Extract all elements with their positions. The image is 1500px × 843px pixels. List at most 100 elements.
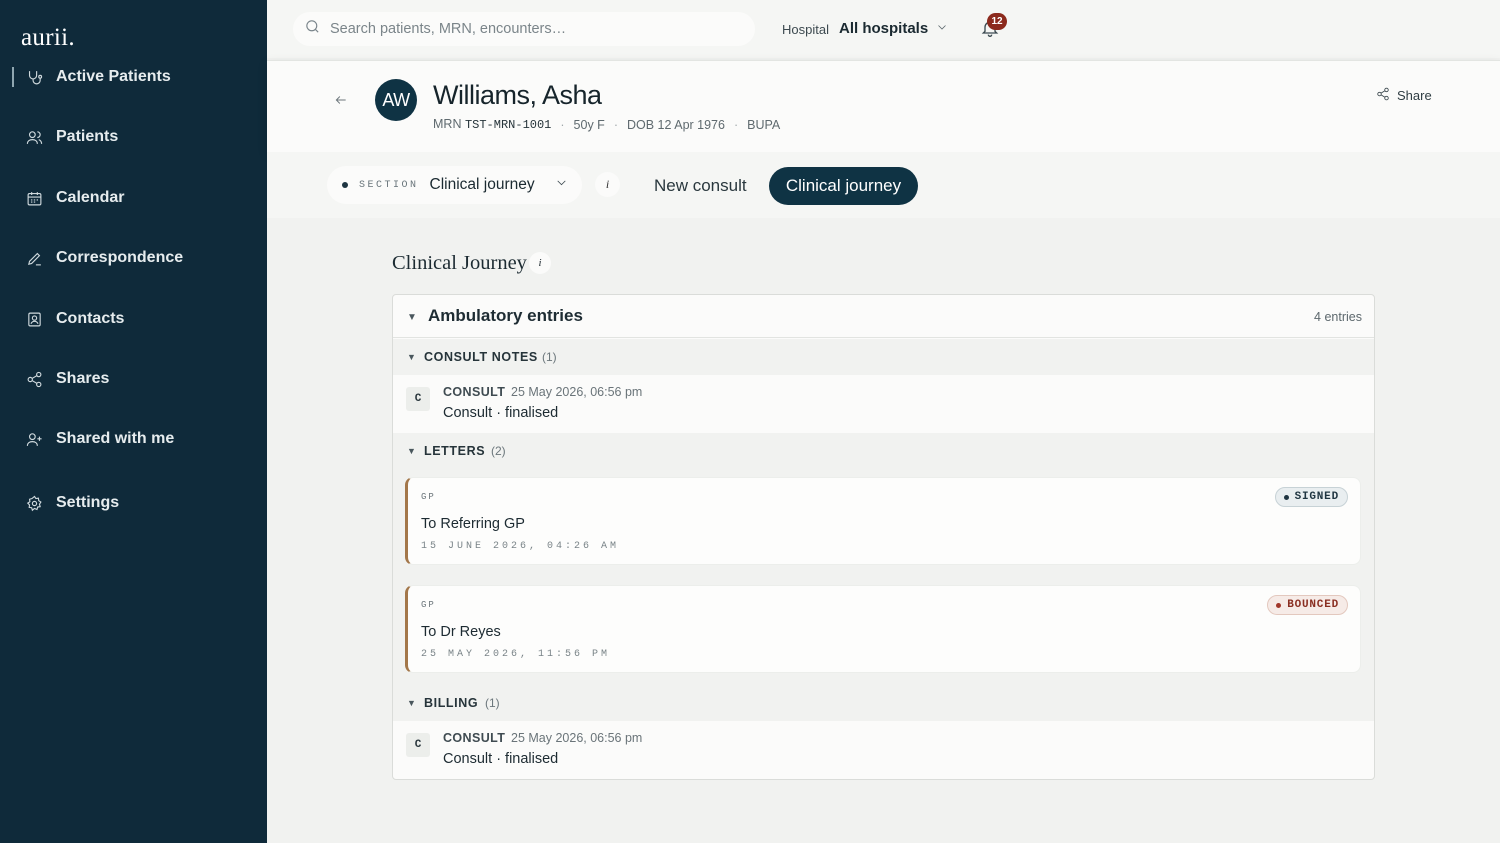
sidebar-item-label: Shares: [56, 370, 110, 387]
caret-down-icon: ▼: [407, 312, 417, 323]
group-title: BILLING: [424, 696, 479, 710]
sidebar-item-label: Shared with me: [56, 430, 175, 447]
sidebar-item-patients[interactable]: Patients: [26, 128, 118, 146]
avatar: AW: [375, 79, 417, 121]
sidebar-item-calendar[interactable]: Calendar: [26, 189, 124, 207]
status-badge: BOUNCED: [1267, 595, 1348, 615]
users-icon: [26, 129, 43, 146]
back-button[interactable]: [334, 93, 350, 109]
sidebar-item-label: Patients: [56, 128, 119, 145]
list-item[interactable]: C CONSULT 25 May 2026, 06:56 pm Consult …: [393, 375, 1374, 433]
letters-list: GP To Referring GP 15 JUNE 2026, 04:26 A…: [393, 469, 1374, 685]
entry-description: Consult · finalised: [443, 751, 559, 767]
section-info-button[interactable]: i: [595, 172, 620, 197]
separator: ·: [733, 117, 739, 132]
entry-description: Consult · finalised: [443, 405, 559, 421]
sidebar-item-label: Settings: [56, 494, 120, 511]
mrn-value: TST-MRN-1001: [464, 118, 552, 132]
sidebar-item-shares[interactable]: Shares: [26, 370, 109, 388]
arrow-left-icon: [334, 94, 348, 111]
group-title: LETTERS: [424, 444, 486, 458]
group-consult-notes[interactable]: ▼ CONSULT NOTES (1): [393, 339, 1374, 375]
sidebar: aurii. Active Patients Patients Calendar…: [0, 0, 267, 843]
letter-card[interactable]: GP To Referring GP 15 JUNE 2026, 04:26 A…: [405, 477, 1361, 565]
mrn-label: MRN: [433, 117, 462, 131]
section-dot: [342, 182, 348, 188]
share-label: Share: [1397, 88, 1432, 103]
sidebar-item-label: Correspondence: [56, 249, 184, 266]
hospital-label: Hospital: [782, 22, 829, 37]
entry-type-badge: C: [406, 387, 430, 411]
entry-time: 25 May 2026, 06:56 pm: [511, 731, 643, 745]
hospital-selector[interactable]: All hospitals: [839, 20, 948, 37]
share-icon: [26, 371, 43, 388]
group-count: (2): [491, 444, 506, 458]
hospital-value: All hospitals: [839, 20, 929, 37]
card-title: Ambulatory entries: [428, 306, 583, 325]
stethoscope-icon: [26, 69, 43, 86]
entry-kind: CONSULT: [443, 385, 506, 399]
letter-date: 25 MAY 2026, 11:56 PM: [421, 649, 611, 660]
group-billing[interactable]: ▼ BILLING (1): [393, 685, 1374, 721]
sidebar-item-settings[interactable]: Settings: [26, 494, 119, 512]
tab-clinical-journey[interactable]: Clinical journey: [769, 167, 918, 205]
letter-title: To Dr Reyes: [421, 624, 501, 640]
sidebar-item-label: Contacts: [56, 310, 125, 327]
group-count: (1): [485, 696, 500, 710]
entry-kind: CONSULT: [443, 731, 506, 745]
sidebar-item-active-patients[interactable]: Active Patients: [26, 68, 171, 86]
letter-card[interactable]: GP To Dr Reyes 25 MAY 2026, 11:56 PM BOU…: [405, 585, 1361, 673]
caret-down-icon: ▼: [407, 698, 416, 708]
contact-card-icon: [26, 311, 43, 328]
group-letters[interactable]: ▼ LETTERS (2): [393, 433, 1374, 469]
letter-date: 15 JUNE 2026, 04:26 AM: [421, 541, 620, 552]
separator: ·: [560, 117, 565, 132]
section-label: SECTION: [359, 179, 419, 191]
sidebar-item-correspondence[interactable]: Correspondence: [26, 249, 183, 267]
separator: ·: [613, 117, 618, 132]
status-label: BOUNCED: [1287, 599, 1339, 611]
group-count: (1): [542, 350, 557, 364]
pen-icon: [26, 250, 43, 267]
search-icon: [304, 18, 321, 40]
sidebar-item-shared-with-me[interactable]: Shared with me: [26, 430, 174, 448]
page-title: Clinical Journey: [392, 252, 527, 274]
patient-name: Williams, Asha: [433, 80, 602, 110]
search-bar[interactable]: [293, 12, 755, 46]
entries-count: 4 entries: [1314, 310, 1362, 324]
search-input[interactable]: [330, 21, 730, 37]
active-indicator: [12, 67, 14, 87]
calendar-icon: [26, 190, 43, 207]
insurer: BUPA: [747, 117, 781, 132]
section-selector[interactable]: SECTION Clinical journey: [327, 166, 582, 204]
ambulatory-entries-card: ▼ Ambulatory entries 4 entries ▼ CONSULT…: [392, 294, 1375, 780]
ambulatory-entries-header[interactable]: ▼ Ambulatory entries 4 entries: [393, 295, 1374, 338]
share-icon: [1376, 87, 1390, 104]
letter-kind: GP: [421, 600, 436, 610]
chevron-down-icon: [936, 20, 948, 37]
user-plus-icon: [26, 431, 43, 448]
caret-down-icon: ▼: [407, 352, 416, 362]
status-dot: [1283, 494, 1289, 500]
list-item[interactable]: C CONSULT 25 May 2026, 06:56 pm Consult …: [393, 721, 1374, 779]
letter-kind: GP: [421, 492, 436, 502]
chevron-down-icon: [535, 176, 568, 194]
letter-title: To Referring GP: [421, 516, 525, 532]
journey-info-button[interactable]: i: [529, 252, 551, 274]
tab-new-consult[interactable]: New consult: [654, 176, 747, 196]
dob: DOB 12 Apr 1976: [626, 117, 725, 132]
status-dot: [1276, 602, 1282, 608]
app-logo[interactable]: aurii.: [21, 24, 75, 52]
age-sex: 50y F: [573, 117, 605, 132]
sidebar-item-contacts[interactable]: Contacts: [26, 310, 124, 328]
sidebar-item-label: Active Patients: [56, 68, 171, 85]
share-button[interactable]: Share: [1376, 87, 1432, 104]
entry-type-badge: C: [406, 733, 430, 757]
caret-down-icon: ▼: [407, 446, 416, 456]
gear-icon: [26, 495, 43, 512]
status-badge: SIGNED: [1274, 487, 1348, 507]
group-title: CONSULT NOTES: [424, 350, 538, 364]
section-value: Clinical journey: [429, 176, 535, 193]
status-label: SIGNED: [1294, 491, 1339, 503]
sidebar-item-label: Calendar: [56, 189, 125, 206]
